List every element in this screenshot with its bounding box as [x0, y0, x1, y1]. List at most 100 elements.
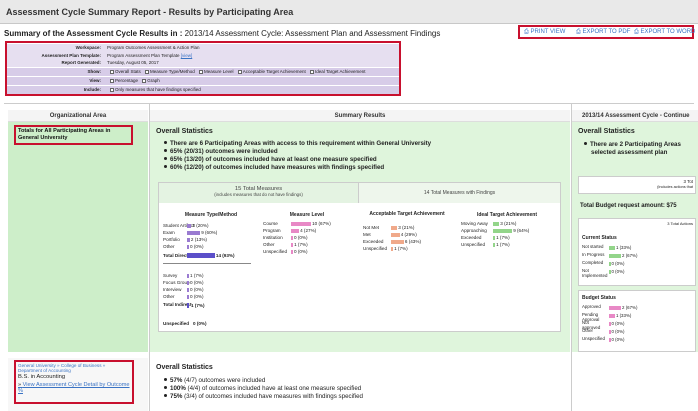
measure-value: 4 (27%) — [300, 228, 317, 233]
stat-bullet: 65% (20/31) outcomes were included — [164, 148, 278, 155]
area-info: General University » College of Business… — [14, 360, 134, 404]
status-value: 0 (0%) — [611, 329, 625, 334]
measure-bar — [493, 228, 513, 233]
checkbox-measure-level[interactable] — [199, 69, 203, 74]
col-acceptable-target: Acceptable Target Achievement — [369, 211, 445, 217]
measure-label: Course — [263, 221, 278, 226]
measure-label: Unspecified — [363, 246, 388, 251]
template-view-link[interactable]: [view] — [181, 53, 193, 58]
measures-panel: 15 Total Measures (includes measures tha… — [158, 182, 561, 332]
measure-label: Portfolio — [163, 237, 180, 242]
checkbox-overall-stats[interactable] — [110, 69, 114, 74]
summary-label: Summary of the Assessment Cycle Results … — [4, 29, 183, 38]
checkbox-measure-type[interactable] — [145, 69, 150, 74]
measure-label: Other — [263, 242, 275, 247]
status-value: 1 (33%) — [615, 245, 632, 250]
measure-bar — [291, 249, 293, 254]
measure-value: 4 (29%) — [400, 232, 417, 237]
column-divider — [571, 104, 572, 411]
param-workspace: Workspace: Program Outcomes Assessment &… — [7, 44, 399, 52]
measure-value: 1 (7%) — [294, 242, 308, 247]
measure-label: Exceeded — [461, 235, 482, 240]
measure-bar — [291, 235, 293, 240]
export-pdf-link[interactable]: ⎙ EXPORT TO PDF — [576, 29, 630, 36]
measure-label: Focus Group — [163, 280, 190, 285]
total-measures-header: 15 Total Measures (includes measures tha… — [159, 183, 359, 203]
checkbox-percentage[interactable] — [110, 78, 114, 83]
measure-bar — [493, 221, 500, 226]
measure-label: Not Met — [363, 225, 380, 230]
total-direct-bar — [187, 253, 215, 258]
status-label: Unspecified — [582, 336, 605, 341]
total-indirect-bar — [187, 303, 189, 308]
measure-value: 1 (7%) — [496, 242, 510, 247]
param-view: View: Percentage Graph — [7, 77, 399, 85]
stat-bullet: 60% (12/20) of outcomes included have me… — [164, 164, 384, 171]
checkbox-graph[interactable] — [142, 78, 147, 83]
measure-value: 0 (0%) — [190, 294, 204, 299]
status-value: 0 (0%) — [611, 321, 625, 326]
overall-stats-title: Overall Statistics — [156, 128, 213, 135]
area-breadcrumb[interactable]: General University » College of Business… — [18, 363, 130, 373]
checkbox-only-findings[interactable] — [110, 87, 114, 92]
budget-total: Total Budget request amount: $75 — [580, 203, 677, 209]
checkbox-ideal-target[interactable] — [310, 69, 315, 74]
report-title: Assessment Cycle Summary Report - Result… — [6, 7, 294, 17]
measure-bar — [493, 235, 496, 240]
status-label: In Progress — [582, 252, 605, 257]
measure-value: 0 (0%) — [190, 280, 204, 285]
param-include: Include: Only measures that have finding… — [7, 86, 399, 94]
column-header-org: Organizational Area — [8, 110, 148, 122]
total-direct-label: Total Direct — [163, 253, 188, 258]
view-detail-link[interactable]: » View Assessment Cycle Detail by Outcom… — [18, 382, 130, 394]
measure-label: Approaching — [461, 228, 487, 233]
measure-bar — [291, 228, 300, 233]
param-show: Show: Overall Stats Measure Type/Method … — [7, 68, 399, 76]
col-ideal-target: Ideal Target Achievement — [476, 212, 538, 218]
measure-bar — [391, 225, 398, 230]
measure-label: Institution — [263, 235, 283, 240]
param-template: Assessment Plan Template: Program Assess… — [7, 51, 399, 59]
measure-label: Unspecified — [461, 242, 486, 247]
measure-bar — [187, 280, 189, 285]
summary-heading: Summary of the Assessment Cycle Results … — [4, 29, 440, 38]
measure-bar — [291, 221, 312, 226]
measure-label: Unspecified — [263, 249, 288, 254]
measure-value: 1 (7%) — [190, 273, 204, 278]
measure-bar — [493, 242, 496, 247]
report-parameters: Workspace: Program Outcomes Assessment &… — [5, 41, 401, 96]
status-value: 1 (33%) — [615, 313, 632, 318]
export-word-link[interactable]: ⎙ EXPORT TO WORD — [634, 29, 695, 36]
measure-value: 3 (21%) — [398, 225, 415, 230]
param-generated: Report Generated: Tuesday, August 05, 20… — [7, 59, 399, 67]
measure-bar — [187, 223, 192, 228]
column-header-cycle: 2013/14 Assessment Cycle - Continue — [572, 110, 698, 122]
status-label: Not started — [582, 244, 604, 249]
status-label: Other — [582, 328, 593, 333]
export-toolbar: ⎙ PRINT VIEW ⎙ EXPORT TO PDF ⎙ EXPORT TO… — [518, 25, 695, 39]
measure-bar — [391, 246, 394, 251]
measure-value: 10 (67%) — [312, 221, 331, 226]
status-label: Completed — [582, 260, 604, 265]
measure-label: Program — [263, 228, 281, 233]
measure-bar — [187, 273, 189, 278]
budget-status-panel: Budget Status Approved 2 (67%) Pending App… — [578, 290, 696, 352]
measure-label: Moving Away — [461, 221, 488, 226]
right-bullet-cont: selected assessment plan — [591, 149, 668, 156]
current-status-panel: 3 Total Actions Current Status Not start… — [578, 218, 696, 286]
status-label: Approved — [582, 304, 601, 309]
divider-rule — [163, 263, 251, 264]
stat-bullet: 65% (13/20) of outcomes included have at… — [164, 156, 377, 163]
org-area-cell — [8, 122, 148, 352]
checkbox-acceptable-target[interactable] — [237, 69, 242, 74]
measure-bar — [291, 242, 294, 247]
findings-measures-header: 14 Total Measures with Findings — [359, 183, 560, 203]
status-label: Not Implemented — [582, 268, 608, 278]
print-view-link[interactable]: ⎙ PRINT VIEW — [524, 29, 565, 36]
area-bullet: 75% (3/4) of outcomes included have meas… — [164, 393, 363, 400]
right-overall-title: Overall Statistics — [578, 128, 635, 135]
measure-bar — [187, 237, 190, 242]
unspecified-value: 0 (0%) — [193, 321, 207, 326]
status-bar — [609, 261, 611, 266]
measure-value: 0 (0%) — [190, 287, 204, 292]
